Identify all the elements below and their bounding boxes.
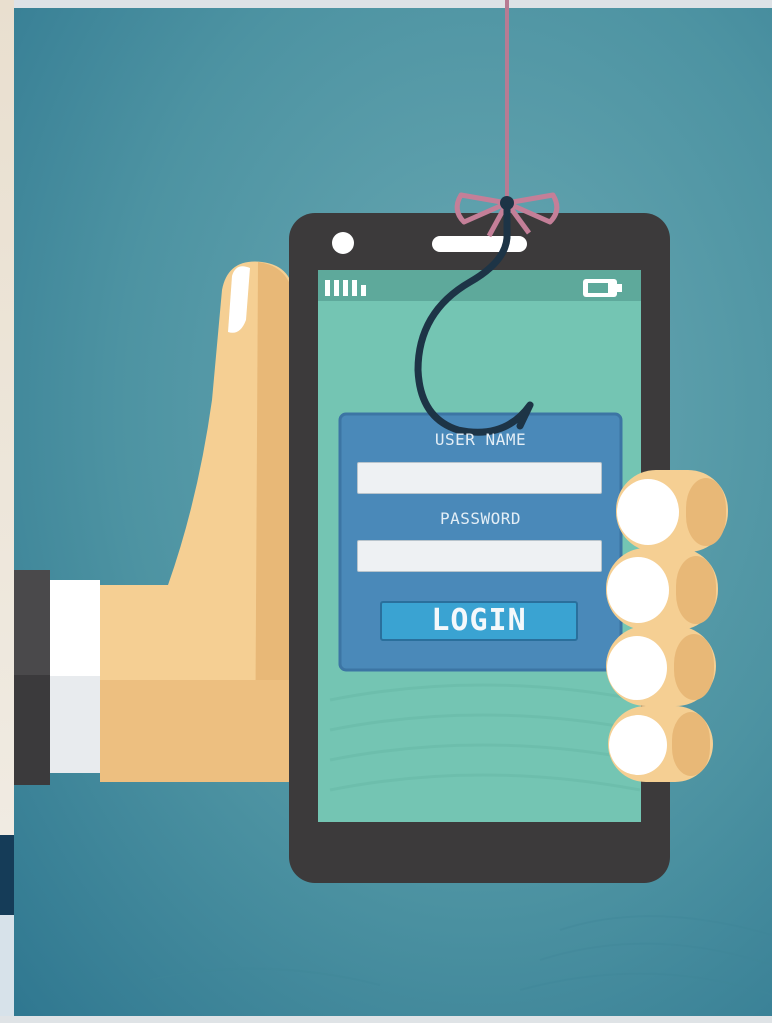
finger-1 <box>616 470 728 552</box>
left-dark-block <box>0 835 14 915</box>
sleeve <box>14 570 100 785</box>
front-camera <box>332 232 354 254</box>
password-input[interactable] <box>357 540 602 572</box>
finger-4 <box>608 706 713 782</box>
finger-3 <box>606 626 716 706</box>
login-card: USER NAME PASSWORD LOGIN <box>340 414 621 670</box>
speaker-slot <box>432 236 527 252</box>
login-button[interactable]: LOGIN <box>380 601 578 641</box>
username-label: USER NAME <box>434 430 527 449</box>
top-border <box>0 0 772 8</box>
phishing-illustration: USER NAME PASSWORD LOGIN <box>0 0 772 1023</box>
finger-2 <box>606 548 718 630</box>
password-label: PASSWORD <box>439 509 522 528</box>
username-input[interactable] <box>357 462 602 494</box>
left-light-block <box>0 915 14 1023</box>
battery-icon <box>583 279 622 297</box>
bottom-border <box>0 1016 772 1023</box>
left-paper-strip <box>0 0 14 840</box>
